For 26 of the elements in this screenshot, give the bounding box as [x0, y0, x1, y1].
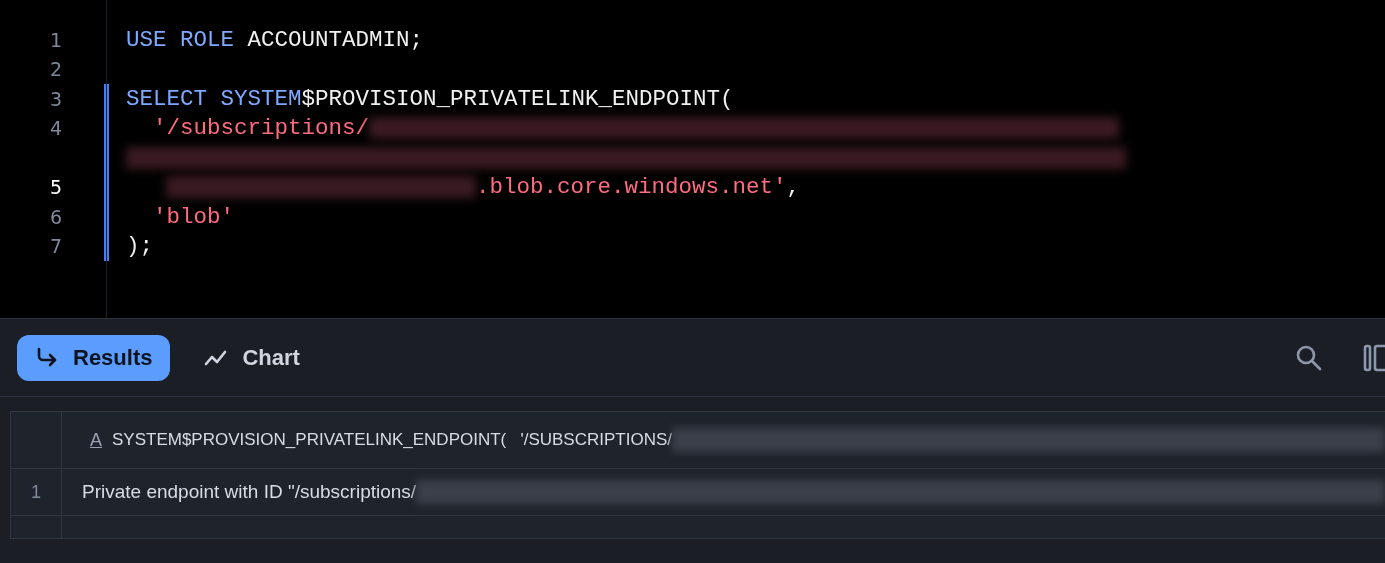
table-cell: Private endpoint with ID "/subscriptions/ [82, 481, 417, 503]
tab[interactable]: Results [17, 334, 171, 381]
line-number: 3 [48, 87, 62, 110]
code-token: ACCOUNTADMIN; [246, 26, 424, 53]
code-token: 'blob' [152, 203, 235, 230]
tab[interactable]: Chart [186, 334, 318, 381]
columns-icon[interactable] [1363, 343, 1385, 372]
code-token: SELECT SYSTEM [126, 85, 302, 112]
column-header[interactable]: SYSTEM$PROVISION_PRIVATELINK_ENDPOINT( '/SUBSCRIPTIONS/ [112, 430, 672, 450]
line-number: 6 [48, 205, 62, 228]
line-number: 2 [48, 58, 62, 81]
code-token: USE ROLE [126, 26, 235, 53]
line-chart-icon [204, 348, 229, 367]
return-arrow-icon [35, 346, 59, 369]
search-icon[interactable] [1295, 343, 1323, 372]
code-token: .blob.core.windows.net' [476, 174, 787, 201]
text-type-icon: A [90, 429, 102, 451]
code-token: ); [126, 233, 153, 260]
row-number: 1 [11, 469, 62, 515]
line-number: 7 [48, 235, 62, 258]
line-number: 1 [48, 28, 62, 51]
line-number: 5 [48, 176, 62, 199]
code-token: , [786, 174, 801, 201]
line-number: 4 [48, 117, 62, 140]
code-token: $PROVISION_PRIVATELINK_ENDPOINT( [301, 85, 734, 112]
code-token: '/subscriptions/ [152, 115, 370, 142]
